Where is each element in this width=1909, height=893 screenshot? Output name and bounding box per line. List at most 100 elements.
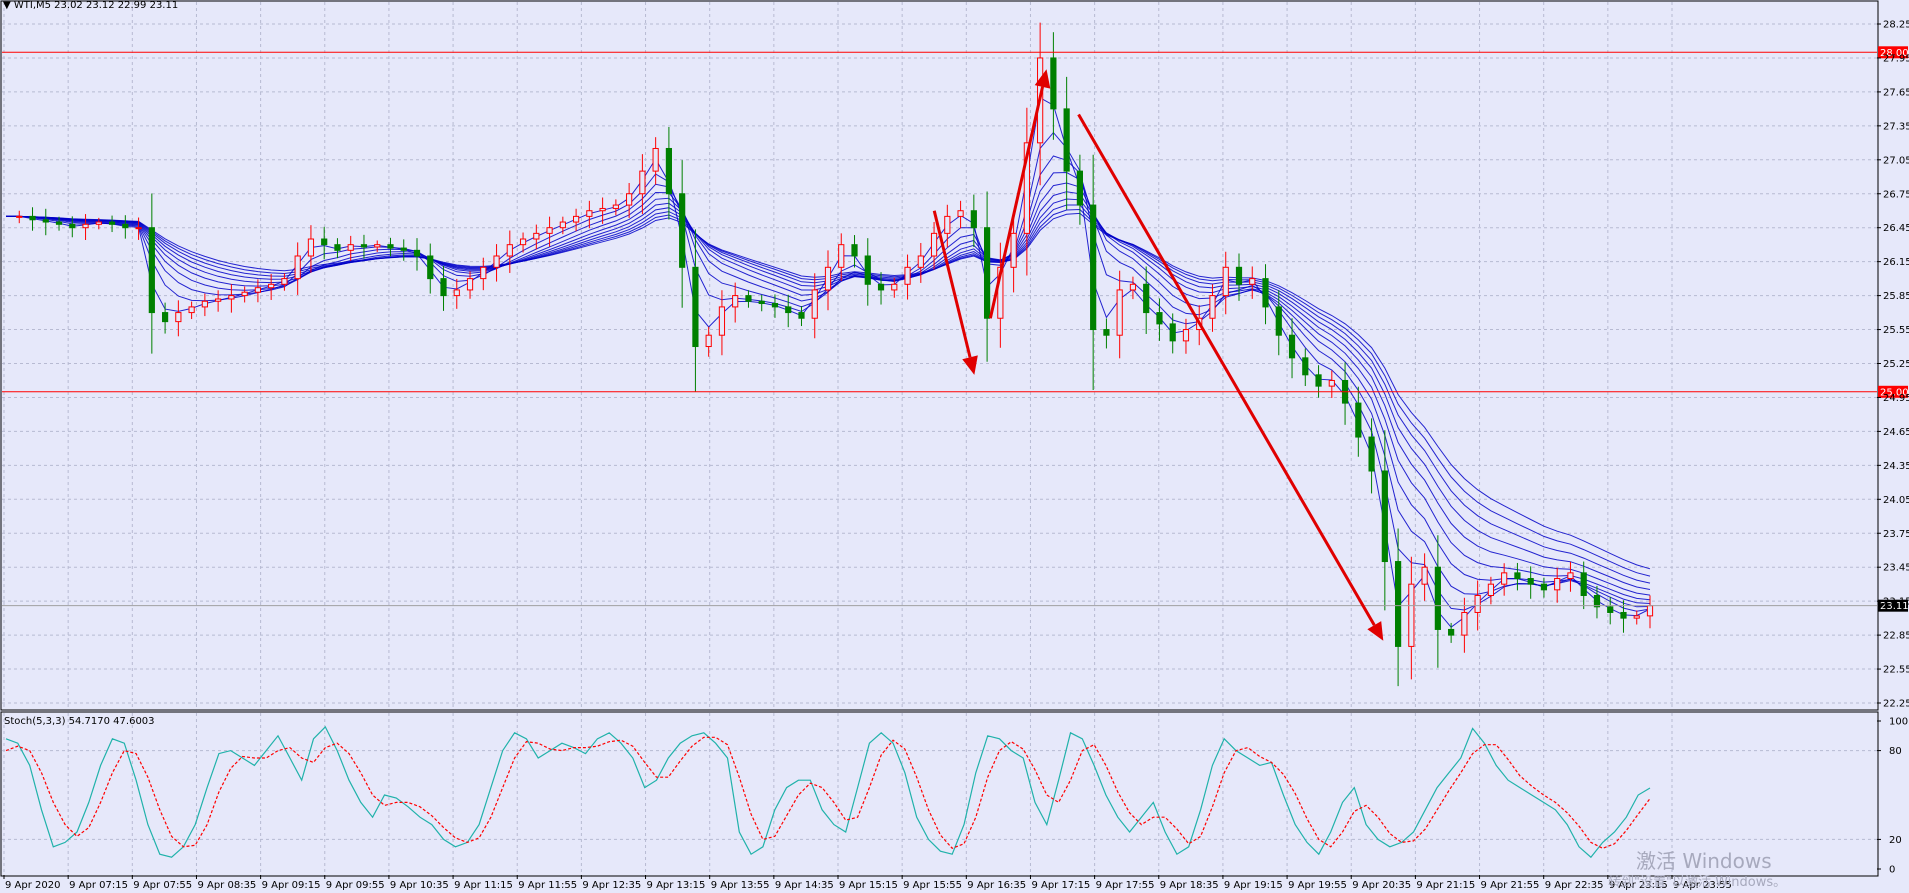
candle-up bbox=[612, 204, 619, 209]
time-tick-label: 9 Apr 14:35 bbox=[775, 880, 834, 891]
time-tick-label: 9 Apr 21:15 bbox=[1416, 880, 1475, 891]
candle-down bbox=[1090, 204, 1097, 331]
price-tick-label: 24.95 bbox=[1883, 393, 1909, 404]
candle-down bbox=[798, 312, 805, 319]
candle-up bbox=[639, 170, 646, 195]
time-tick-label: 9 Apr 15:15 bbox=[839, 880, 898, 891]
time-tick-label: 9 Apr 17:55 bbox=[1096, 880, 1155, 891]
candle-up bbox=[307, 238, 315, 257]
candle-down bbox=[1315, 374, 1322, 387]
candle-down bbox=[679, 193, 686, 268]
candle-up bbox=[215, 298, 222, 302]
time-tick-label: 9 Apr 22:35 bbox=[1545, 880, 1604, 891]
candle-up bbox=[1249, 278, 1256, 285]
stoch-panel-frame bbox=[0, 711, 1879, 877]
time-tick-label: 9 Apr 19:55 bbox=[1288, 880, 1347, 891]
candle-up bbox=[917, 255, 924, 268]
candle-up bbox=[572, 215, 580, 223]
candle-down bbox=[1540, 583, 1548, 591]
candle-up bbox=[1421, 566, 1428, 585]
candle-up bbox=[599, 207, 606, 212]
stoch-header: Stoch(5,3,3) 54.7170 47.6003 bbox=[4, 716, 155, 727]
candle-down bbox=[427, 255, 434, 280]
time-tick-label: 9 Apr 21:55 bbox=[1481, 880, 1540, 891]
candle-down bbox=[665, 147, 673, 195]
price-tick-label: 27.95 bbox=[1883, 53, 1909, 64]
candle-up bbox=[533, 232, 540, 240]
price-tick-label: 25.85 bbox=[1883, 291, 1909, 302]
candle-up bbox=[506, 244, 513, 257]
candle-down bbox=[758, 300, 765, 305]
price-tick-label: 27.05 bbox=[1883, 155, 1909, 166]
price-tick-label: 23.45 bbox=[1883, 563, 1909, 574]
candle-up bbox=[16, 215, 23, 218]
price-tick-label: 26.45 bbox=[1883, 223, 1909, 234]
candle-down bbox=[771, 303, 779, 308]
candle-up bbox=[586, 210, 593, 217]
price-tick-label: 22.25 bbox=[1883, 699, 1909, 710]
candle-up bbox=[254, 287, 262, 293]
stoch-tick-label: 100 bbox=[1889, 717, 1908, 728]
candle-up bbox=[519, 238, 527, 246]
time-tick-label: 9 Apr 20:35 bbox=[1352, 880, 1411, 891]
time-tick-label: 9 Apr 07:55 bbox=[133, 880, 192, 891]
candle-down bbox=[55, 221, 63, 225]
candle-down bbox=[1076, 170, 1084, 206]
candle-down bbox=[413, 249, 421, 257]
candle-down bbox=[1262, 278, 1269, 308]
price-tick-label: 27.65 bbox=[1883, 87, 1909, 98]
candle-up bbox=[1633, 615, 1640, 619]
candle-down bbox=[440, 278, 447, 297]
candle-up bbox=[466, 278, 474, 291]
candle-down bbox=[1063, 108, 1070, 172]
candle-up bbox=[374, 244, 381, 248]
candle-up bbox=[811, 289, 818, 319]
chart-canvas: 28.0025.0023.11 28.2527.9527.6527.3527.0… bbox=[0, 0, 1909, 891]
candle-down bbox=[1434, 566, 1441, 630]
candle-up bbox=[281, 278, 288, 285]
candle-up bbox=[824, 266, 832, 291]
time-tick-label: 9 Apr 2020 bbox=[5, 880, 60, 891]
candle-down bbox=[785, 306, 792, 314]
candle-down bbox=[1368, 436, 1375, 472]
price-tick-label: 24.05 bbox=[1883, 495, 1909, 506]
stoch-tick-label: 80 bbox=[1889, 746, 1902, 757]
candle-up bbox=[1182, 329, 1190, 342]
candle-down bbox=[1156, 312, 1163, 325]
candle-up bbox=[732, 295, 739, 308]
windows-watermark-title: 激活 Windows bbox=[1636, 849, 1772, 873]
price-tick-label: 25.25 bbox=[1883, 359, 1909, 370]
price-tick-label: 28.25 bbox=[1883, 20, 1909, 31]
candle-down bbox=[1169, 323, 1176, 342]
candle-down bbox=[400, 247, 407, 251]
candle-up bbox=[546, 227, 553, 234]
price-tick-label: 24.35 bbox=[1883, 461, 1909, 472]
time-tick-label: 9 Apr 13:55 bbox=[711, 880, 770, 891]
candle-up bbox=[1554, 578, 1561, 591]
candle-down bbox=[692, 266, 699, 348]
candle-down bbox=[970, 210, 977, 229]
candle-down bbox=[877, 283, 885, 291]
time-tick-label: 9 Apr 11:15 bbox=[454, 880, 513, 891]
candle-down bbox=[1527, 578, 1534, 585]
candle-up bbox=[705, 334, 712, 348]
time-tick-label: 9 Apr 19:15 bbox=[1224, 880, 1283, 891]
stoch-panel: 100 80 20 0 bbox=[0, 711, 1908, 877]
time-tick-label: 9 Apr 18:35 bbox=[1160, 880, 1219, 891]
symbol-header: ▼ WTI,M5 23.02 23.12 22.99 23.11 bbox=[3, 0, 179, 11]
time-tick-label: 9 Apr 15:55 bbox=[903, 880, 962, 891]
candle-up bbox=[188, 306, 195, 314]
candle-up bbox=[1567, 572, 1574, 580]
candle-down bbox=[1355, 402, 1362, 438]
price-tick-label: 22.85 bbox=[1883, 631, 1909, 642]
candle-down bbox=[42, 219, 49, 223]
candle-down bbox=[1394, 561, 1402, 647]
candle-down bbox=[1103, 329, 1110, 336]
candle-down bbox=[1381, 470, 1388, 563]
candle-up bbox=[135, 227, 142, 230]
price-tick-label: 26.15 bbox=[1883, 257, 1909, 268]
time-tick-label: 9 Apr 10:35 bbox=[390, 880, 449, 891]
stoch-axis: 100 80 20 0 bbox=[1877, 717, 1908, 876]
candle-up bbox=[957, 210, 964, 217]
candle-up bbox=[175, 312, 182, 323]
